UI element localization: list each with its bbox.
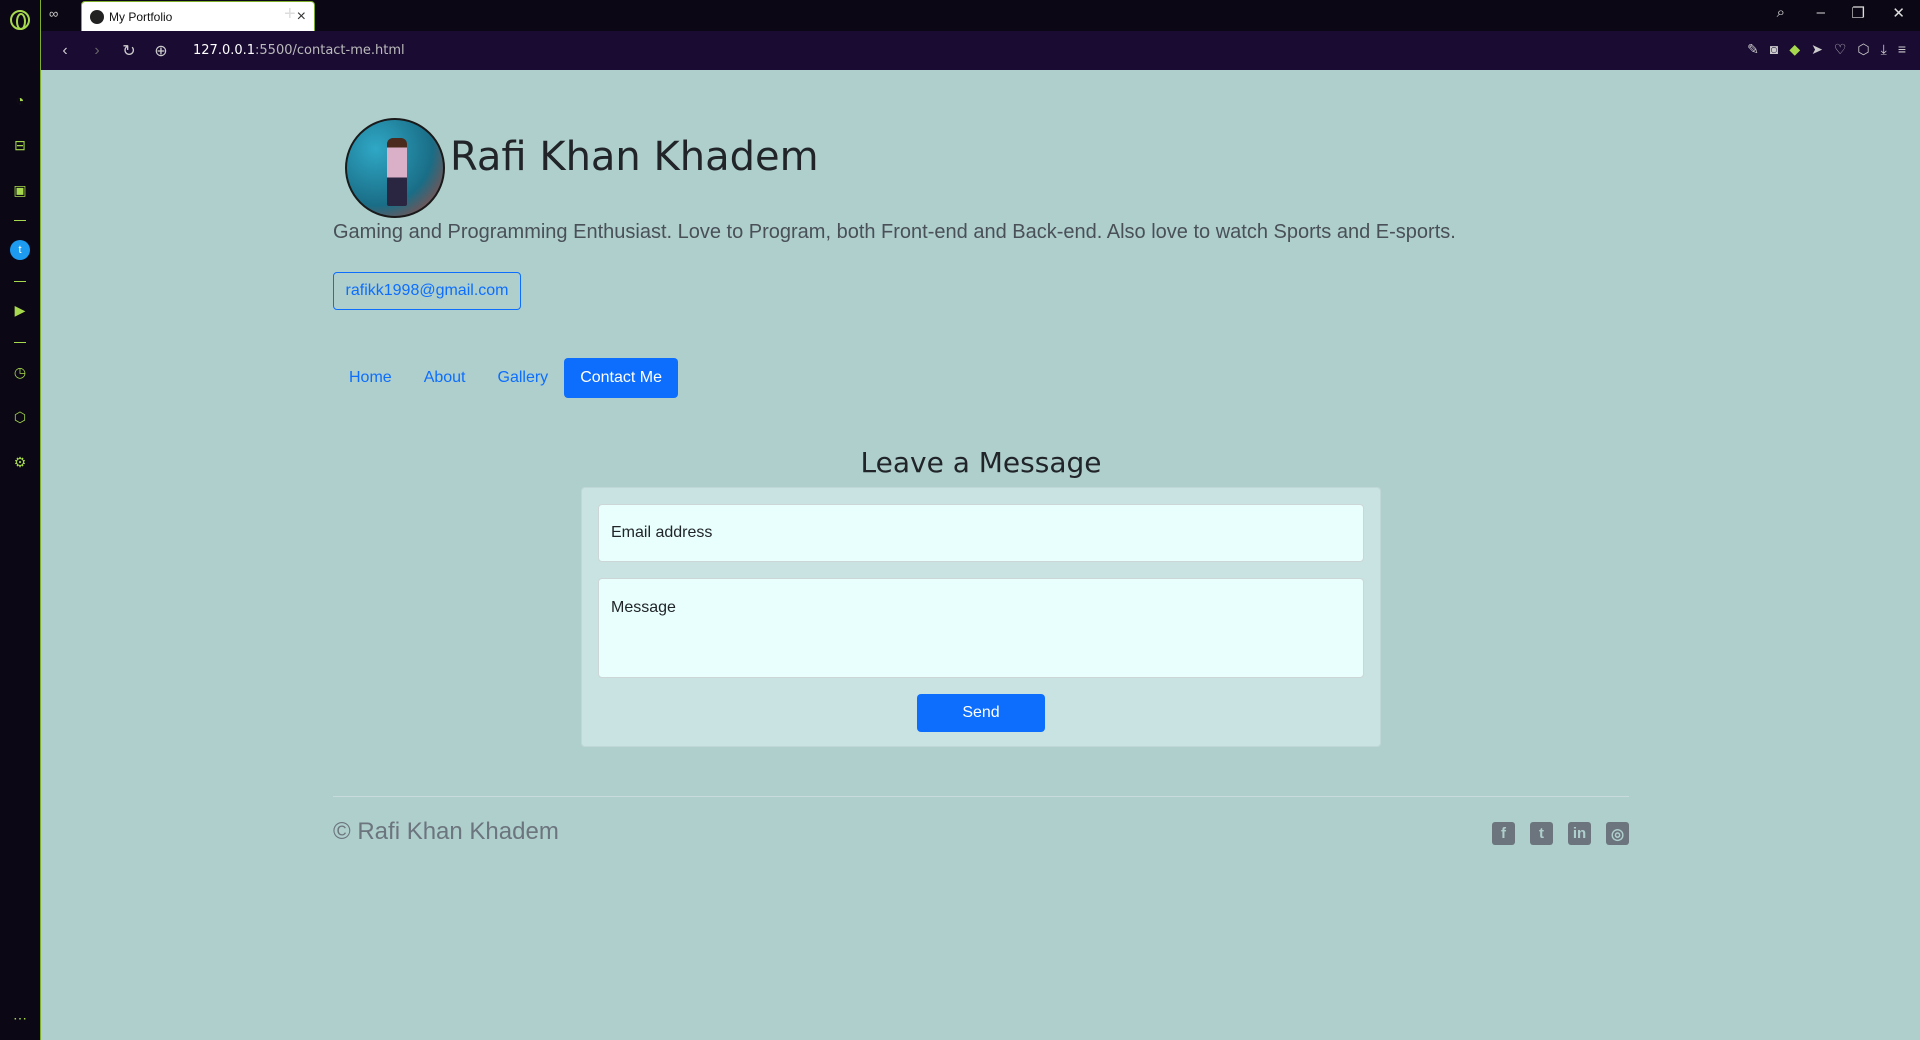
tab-my-portfolio[interactable]: My Portfolio × [81,1,315,31]
nav-contact-me[interactable]: Contact Me [564,358,678,398]
copyright: © Rafi Khan Khadem [333,818,559,845]
close-window-icon[interactable]: ✕ [1892,4,1905,22]
twitter-sidebar-icon[interactable]: t [10,240,30,260]
page-title: Rafi Khan Khadem [450,134,819,180]
bag-icon[interactable]: ⊟ [10,135,30,155]
steam-icon[interactable]: ◎ [1606,822,1629,845]
opera-logo-icon[interactable] [10,10,30,30]
extensions-icon[interactable]: ⬡ [10,407,30,427]
back-icon[interactable]: ‹ [57,42,73,60]
tab-bar: ∞ My Portfolio × + ⌕ – ❐ ✕ [41,0,1920,31]
restore-icon[interactable]: ❐ [1852,4,1865,22]
send-button[interactable]: Send [917,694,1045,732]
tab-title: My Portfolio [109,9,173,24]
new-tab-icon[interactable]: + [284,3,296,26]
close-tab-icon[interactable]: × [297,8,306,26]
nav-home[interactable]: Home [333,358,408,398]
browser-toolbar: ✎ ◙ ◆ ➤ ♡ ⬡ ⤓ ≡ [1747,41,1906,58]
url-path: :5500/contact-me.html [255,43,405,58]
forward-icon[interactable]: › [89,42,105,60]
more-icon[interactable]: ⋯ [10,1008,30,1028]
player-icon[interactable]: ▶ [10,300,30,320]
camera-icon[interactable]: ◙ [1770,41,1778,58]
sidebar-divider [14,220,26,221]
search-tabs-icon[interactable]: ⌕ [1777,4,1785,21]
shield-icon[interactable]: ◆ [1789,41,1800,58]
speed-dial-icon[interactable]: ◔ [10,90,30,110]
message-field[interactable]: Message [598,578,1364,678]
main-nav: Home About Gallery Contact Me [333,358,678,398]
globe-icon [90,9,104,24]
history-icon[interactable]: ◷ [10,362,30,382]
contact-form: Email address Message Send [581,487,1381,747]
twitter-icon[interactable]: t [1530,822,1553,845]
page-viewport: Rafi Khan Khadem Gaming and Programming … [41,70,1920,1040]
url-field[interactable]: 127.0.0.1:5500/contact-me.html [193,43,405,58]
linkedin-icon[interactable]: in [1568,822,1591,845]
settings-icon[interactable]: ⚙ [10,452,30,472]
address-bar: ‹ › ↻ ⊕ 127.0.0.1:5500/contact-me.html ✎… [41,31,1920,70]
menu-icon[interactable]: ≡ [1898,41,1906,58]
footer-divider [333,796,1629,797]
form-title: Leave a Message [860,446,1102,479]
facebook-icon[interactable]: f [1492,822,1515,845]
site-info-icon[interactable]: ⊕ [153,41,169,61]
nav-gallery[interactable]: Gallery [482,358,565,398]
sidebar-divider [14,281,26,282]
sidebar-divider [14,342,26,343]
avatar [345,118,445,218]
reload-icon[interactable]: ↻ [121,41,137,61]
twitch-icon[interactable]: ▣ [10,180,30,200]
minimize-icon[interactable]: – [1817,4,1825,21]
social-links: f t in ◎ [1492,822,1629,845]
email-field[interactable]: Email address [598,504,1364,562]
tagline: Gaming and Programming Enthusiast. Love … [333,221,1456,243]
heart-icon[interactable]: ♡ [1834,41,1847,58]
avatar-person [387,138,407,206]
browser-sidebar: ◔ ⊟ ▣ t ▶ ◷ ⬡ ⚙ ⋯ [0,0,41,1040]
edit-icon[interactable]: ✎ [1747,41,1759,58]
download-icon[interactable]: ⤓ [1881,41,1887,58]
nav-about[interactable]: About [408,358,482,398]
send-icon[interactable]: ➤ [1811,41,1823,58]
cube-icon[interactable]: ⬡ [1857,41,1869,58]
email-button[interactable]: rafikk1998@gmail.com [333,272,521,310]
url-host: 127.0.0.1 [193,43,256,58]
gamepad-icon[interactable]: ∞ [49,6,69,22]
